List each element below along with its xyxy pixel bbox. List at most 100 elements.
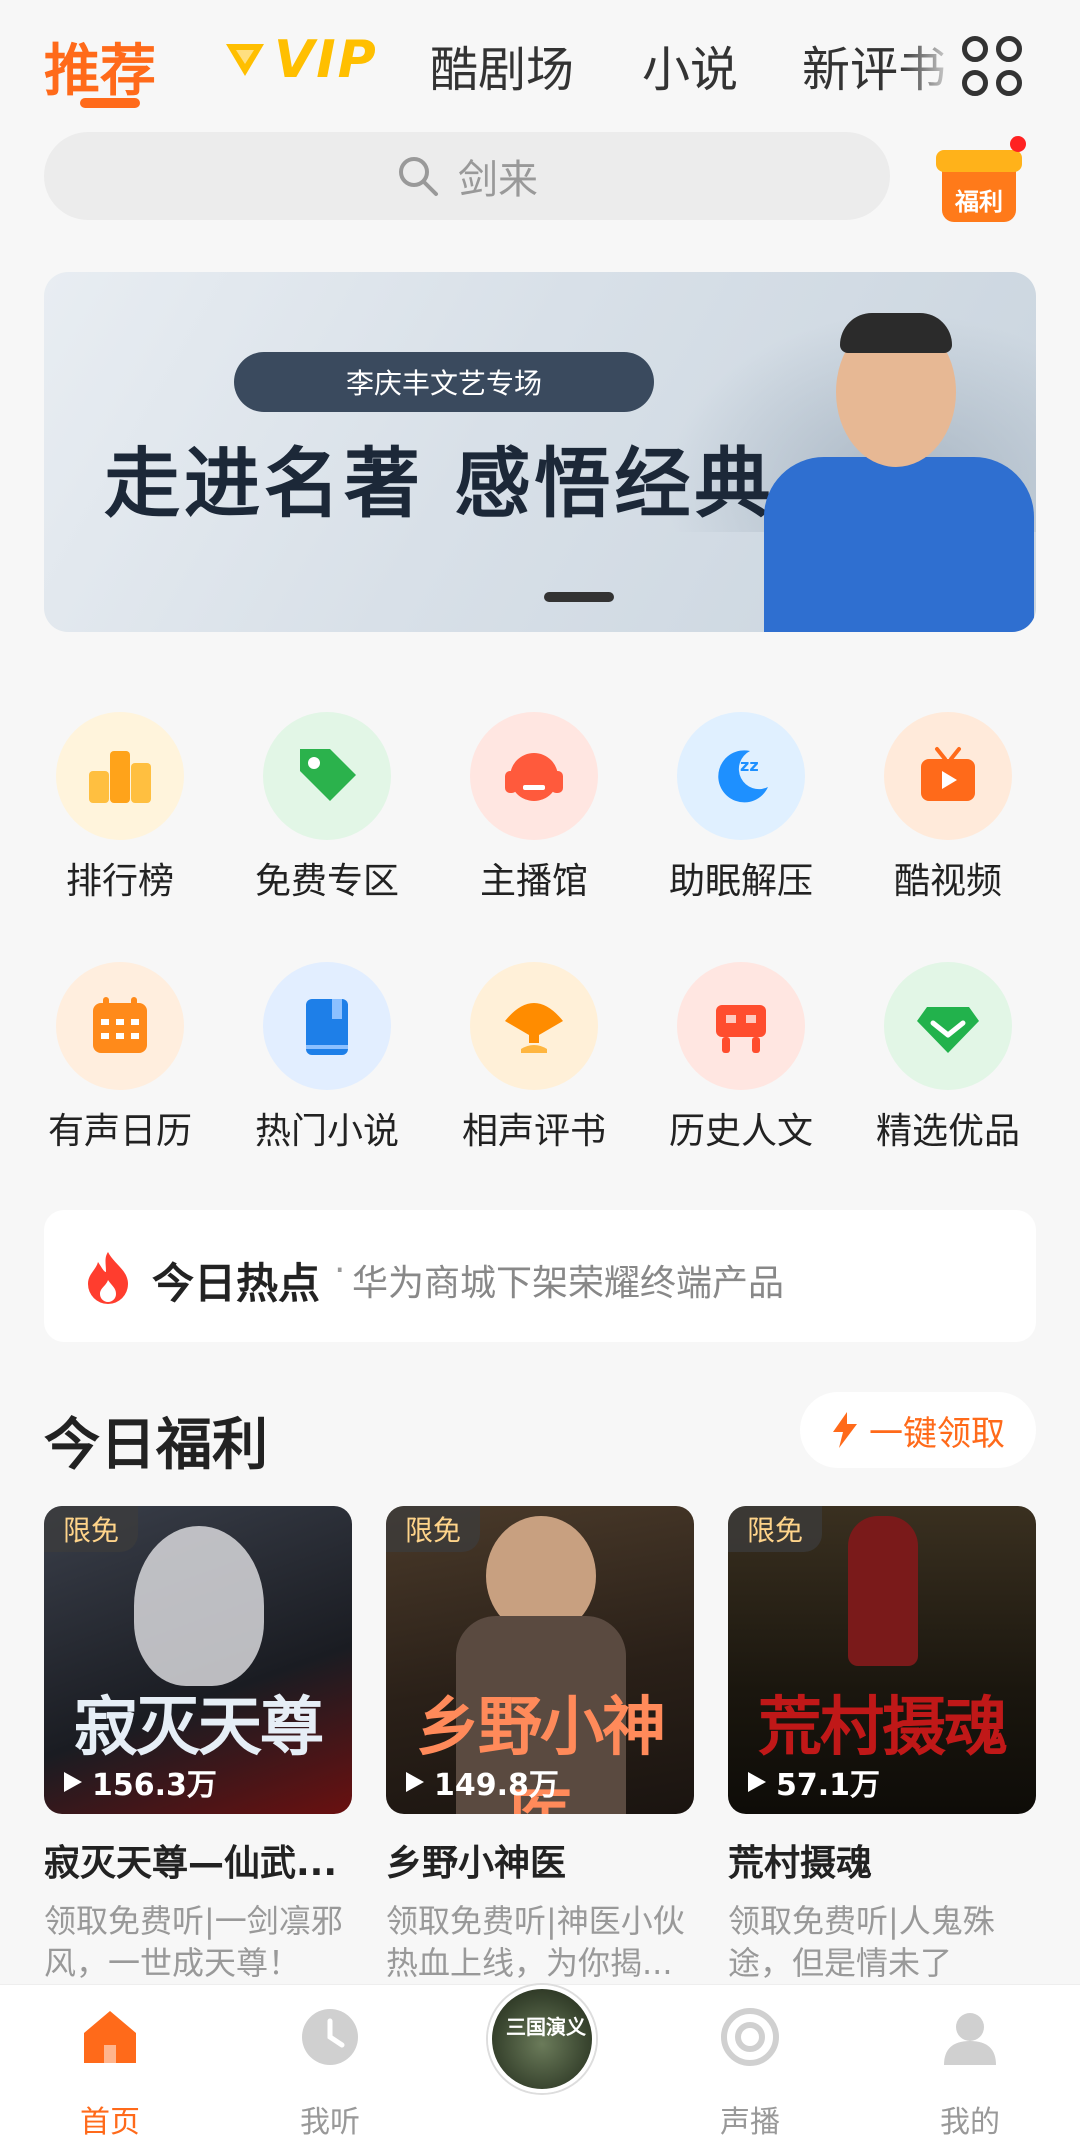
play-icon: [64, 1772, 82, 1792]
play-count-value: 57.1万: [776, 1768, 881, 1803]
grid-item-crosstalk[interactable]: 相声评书: [444, 962, 624, 1162]
tab-recommend[interactable]: 推荐: [44, 26, 156, 107]
now-playing-title: 三国演义: [506, 2015, 586, 2039]
promo-banner[interactable]: 李庆丰文艺专场 走进名著 感悟经典: [44, 272, 1036, 632]
now-playing-disc[interactable]: 三国演义: [488, 1985, 596, 2093]
nav-broadcast[interactable]: 声播: [670, 1985, 830, 2143]
banner-tag: 李庆丰文艺专场: [234, 352, 654, 412]
hot-news-title: 今日热点: [152, 1259, 321, 1308]
nav-label: 首页: [80, 2105, 140, 2140]
book-icon: [263, 962, 391, 1090]
grid-label: 酷视频: [893, 861, 1002, 902]
free-badge: 限免: [728, 1506, 822, 1552]
nav-listen[interactable]: 我听: [250, 1985, 410, 2143]
grid-item-ranking[interactable]: 排行榜: [30, 712, 210, 912]
book-title: 荒村摄魂: [728, 1843, 873, 1884]
hot-news-headline: 华为商城下架荣耀终端产品: [352, 1263, 785, 1304]
grid-label: 助眠解压: [668, 861, 813, 902]
tv-icon: [884, 712, 1012, 840]
free-badge: 限免: [44, 1506, 138, 1552]
grid-label: 排行榜: [65, 861, 174, 902]
free-badge: 限免: [386, 1506, 480, 1552]
ding-icon: [677, 962, 805, 1090]
claim-all-label: 一键领取: [869, 1413, 1005, 1454]
all-categories-grid-icon[interactable]: [962, 36, 1024, 98]
vip-label: VIP: [274, 30, 378, 90]
banner-boat-art: [544, 592, 614, 602]
grid-label: 有声日历: [47, 1111, 192, 1152]
tab-novel[interactable]: 小说: [642, 30, 738, 100]
diamond-icon: [884, 962, 1012, 1090]
grid-item-cool-video[interactable]: 酷视频: [858, 712, 1038, 912]
gift-label: 福利: [955, 188, 1003, 216]
moon-icon: zz: [677, 712, 805, 840]
book-description: 领取免费听|一剑凛邪风，一世成天尊！: [44, 1902, 343, 1982]
nav-label: 声播: [720, 2105, 780, 2140]
section-title-welfare: 今日福利: [44, 1413, 268, 1478]
book-title: 乡野小神医: [386, 1843, 567, 1884]
lightning-icon: [833, 1412, 857, 1448]
tab-vip[interactable]: VIP: [222, 30, 378, 90]
user-icon: [944, 2013, 996, 2065]
active-tab-indicator: [80, 98, 140, 108]
nav-label: 我听: [300, 2105, 360, 2140]
search-placeholder: 剑来: [458, 157, 538, 203]
gift-lid: [936, 150, 1022, 172]
clock-icon: [302, 2009, 358, 2065]
audiobook-card[interactable]: 寂灭天尊 限免 156.3万 寂灭天尊—仙武... 领取免费听|一剑凛邪风，一世…: [44, 1506, 352, 1984]
book-title: 寂灭天尊—仙武...: [44, 1843, 338, 1884]
nav-home[interactable]: 首页: [30, 1985, 190, 2143]
cover-title: 寂灭天尊: [74, 1690, 324, 1765]
grid-label: 历史人文: [668, 1111, 813, 1152]
grid-item-audio-calendar[interactable]: 有声日历: [30, 962, 210, 1162]
today-hot-news[interactable]: 今日热点 · 华为商城下架荣耀终端产品: [44, 1210, 1036, 1342]
grid-label: 主播馆: [479, 861, 588, 902]
welfare-gift-button[interactable]: 福利: [926, 136, 1026, 226]
play-icon: [406, 1772, 424, 1792]
broadcast-icon: [721, 2008, 779, 2066]
grid-label: 热门小说: [254, 1111, 399, 1152]
search-bar[interactable]: 剑来: [44, 132, 890, 220]
play-count: 156.3万: [62, 1760, 217, 1804]
nav-label: 我的: [940, 2105, 1000, 2140]
grid-item-history[interactable]: 历史人文: [651, 962, 831, 1162]
banner-host-photo: [744, 307, 1036, 632]
tab-fade-overlay: [900, 20, 960, 100]
play-count: 57.1万: [746, 1760, 880, 1804]
play-count: 149.8万: [404, 1760, 559, 1804]
fan-icon: [470, 962, 598, 1090]
hot-news-separator: ·: [334, 1250, 346, 1291]
grid-item-free-zone[interactable]: 免费专区: [237, 712, 417, 912]
ranking-icon: [56, 712, 184, 840]
book-cover: 荒村摄魂 限免 57.1万: [728, 1506, 1036, 1814]
home-icon: [84, 2011, 136, 2063]
book-cover: 乡野小神医 限免 149.8万: [386, 1506, 694, 1814]
play-icon: [748, 1772, 766, 1792]
audiobook-card[interactable]: 乡野小神医 限免 149.8万 乡野小神医 领取免费听|神医小伙热血上线，为你揭…: [386, 1506, 694, 1984]
grid-label: 精选优品: [875, 1111, 1020, 1152]
calendar-icon: [56, 962, 184, 1090]
grid-label: 免费专区: [254, 861, 399, 902]
search-icon: [399, 157, 438, 196]
grid-item-selected-goods[interactable]: 精选优品: [858, 962, 1038, 1162]
grid-item-hot-novels[interactable]: 热门小说: [237, 962, 417, 1162]
book-description: 领取免费听|神医小伙热血上线，为你揭...: [386, 1902, 685, 1982]
tab-theater[interactable]: 酷剧场: [430, 30, 574, 100]
vip-diamond-icon: [226, 44, 264, 76]
play-count-value: 156.3万: [92, 1768, 217, 1803]
headphones-icon: [470, 712, 598, 840]
grid-item-anchor-hall[interactable]: 主播馆: [444, 712, 624, 912]
cover-title: 荒村摄魂: [758, 1690, 1008, 1765]
book-cover: 寂灭天尊 限免 156.3万: [44, 1506, 352, 1814]
audiobook-card[interactable]: 荒村摄魂 限免 57.1万 荒村摄魂 领取免费听|人鬼殊途，但是情未了: [728, 1506, 1036, 1984]
tag-icon: [263, 712, 391, 840]
svg-text:zz: zz: [740, 756, 759, 775]
play-count-value: 149.8万: [434, 1768, 559, 1803]
book-description: 领取免费听|人鬼殊途，但是情未了: [728, 1902, 995, 1982]
claim-all-button[interactable]: 一键领取: [800, 1392, 1036, 1468]
banner-title: 走进名著 感悟经典: [104, 439, 775, 528]
grid-label: 相声评书: [461, 1111, 606, 1152]
grid-item-sleep[interactable]: zz 助眠解压: [651, 712, 831, 912]
nav-mine[interactable]: 我的: [890, 1985, 1050, 2143]
top-tab-bar: 推荐 VIP 酷剧场 小说 新评书: [0, 0, 1080, 120]
